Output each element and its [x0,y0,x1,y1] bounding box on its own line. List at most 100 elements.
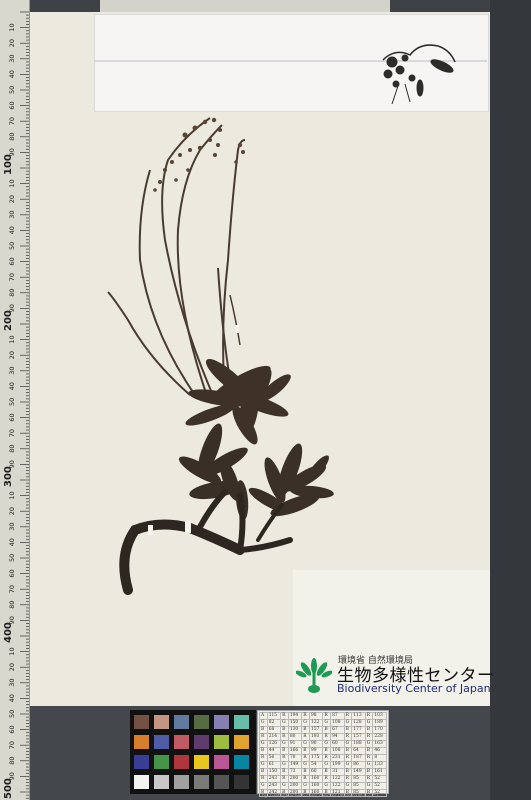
color-swatch [174,775,189,789]
table-cell: 170 [372,726,387,734]
table-cell: B [259,768,268,776]
color-checker-chart [130,710,256,794]
table-cell: 90 [308,740,324,748]
table-cell: 122 [330,782,345,790]
table-cell: G [343,782,353,790]
table-cell: 46 [372,747,387,755]
color-swatch [214,735,229,749]
mounting-tape [148,325,239,535]
table-cell: 231 [330,754,345,762]
table-cell: B [259,747,268,755]
table-cell: G [322,740,332,748]
table-cell: 56 [266,754,282,762]
color-swatch [134,755,149,769]
color-swatch [214,755,229,769]
table-cell: 94 [330,733,345,741]
table-cell: 113 [351,712,366,720]
table-cell: G [322,719,332,727]
table-cell: B [301,747,310,755]
table-cell: A [259,712,268,720]
table-cell: R [322,712,332,720]
table-cell: R [259,733,268,741]
color-swatch [154,715,169,729]
table-cell: 161 [372,768,387,776]
table-cell: R [364,775,374,783]
color-swatch [134,775,149,789]
color-swatch [134,715,149,729]
table-cell: R [322,733,332,741]
packet-flower-fragment [382,44,456,105]
upper-rosette-leaves [185,358,291,445]
lower-rosette-leaves [248,443,334,517]
table-cell: 44 [266,747,282,755]
table-cell: R [364,754,374,762]
table-cell: R [259,754,268,762]
table-cell: B [280,747,289,755]
table-cell: 31 [330,768,345,776]
table-cell: 200 [287,775,303,783]
table-cell: 108 [330,747,345,755]
table-cell: 60 [330,740,345,748]
table-cell: B [364,768,374,776]
table-cell: 8 [372,754,387,762]
table-cell: R [301,754,310,762]
table-cell: R [343,712,353,720]
table-cell: 73 [287,768,303,776]
table-cell: B [259,726,268,734]
color-value-grid: A 115 R 194 R 98 R 87 R 113 R 103 G 82 G 150 G 122 G 108 G 12… [259,712,387,797]
table-row: A 115 R 194 R 98 R 87 R 113 R 103 [259,712,387,720]
color-swatch [174,735,189,749]
table-cell: 130 [287,726,303,734]
table-cell: 87 [330,712,345,720]
table-cell: R [343,754,353,762]
table-cell: 243 [266,782,282,790]
table-cell: R [322,775,332,783]
table-cell: G [280,782,289,790]
table-cell: 68 [266,726,282,734]
table-cell: G [301,740,310,748]
rhizome [119,489,293,595]
table-cell: R [301,712,310,720]
table-cell: G [343,761,353,769]
table-cell: G [322,782,332,790]
table-cell: 122 [330,775,345,783]
color-swatch [234,775,249,789]
table-cell: 99 [308,747,324,755]
table-row: R 243 R 200 R 160 R 122 R 85 R 52 [259,775,387,783]
table-cell: G [259,761,268,769]
table-cell: 166 [287,747,303,755]
table-row: R 56 R 70 R 175 R 231 R 187 R 8 [259,754,387,762]
table-cell: R [301,733,310,741]
table-cell: 54 [308,761,324,769]
table-cell: 160 [308,775,324,783]
table-cell: 60 [308,768,324,776]
table-cell: R [322,754,332,762]
table-cell: B [364,747,374,755]
color-swatch [194,735,209,749]
color-swatch [174,715,189,729]
table-cell: 214 [266,733,282,741]
table-cell: 157 [351,733,366,741]
color-swatch [234,735,249,749]
table-cell: B [343,726,353,734]
table-row: B 68 B 130 B 157 B 67 B 177 B 170 [259,726,387,734]
table-cell: G [364,761,374,769]
table-row: G 61 G 149 G 54 G 199 G 86 G 133 [259,761,387,769]
table-cell: 86 [351,761,366,769]
table-cell: 52 [372,782,387,790]
table-cell: G [364,719,374,727]
table-cell: 177 [351,726,366,734]
table-row: B 44 B 166 B 99 B 108 B 64 B 46 [259,747,387,755]
table-cell: G [280,761,289,769]
table-cell: 64 [351,747,366,755]
table-cell: 149 [287,761,303,769]
table-cell: 85 [351,775,366,783]
table-cell: 199 [330,761,345,769]
table-cell: 70 [287,754,303,762]
color-swatch [234,755,249,769]
table-cell: 61 [266,761,282,769]
color-swatch [154,775,169,789]
table-cell: 150 [287,719,303,727]
table-cell: B [322,726,332,734]
table-cell: 149 [351,768,366,776]
